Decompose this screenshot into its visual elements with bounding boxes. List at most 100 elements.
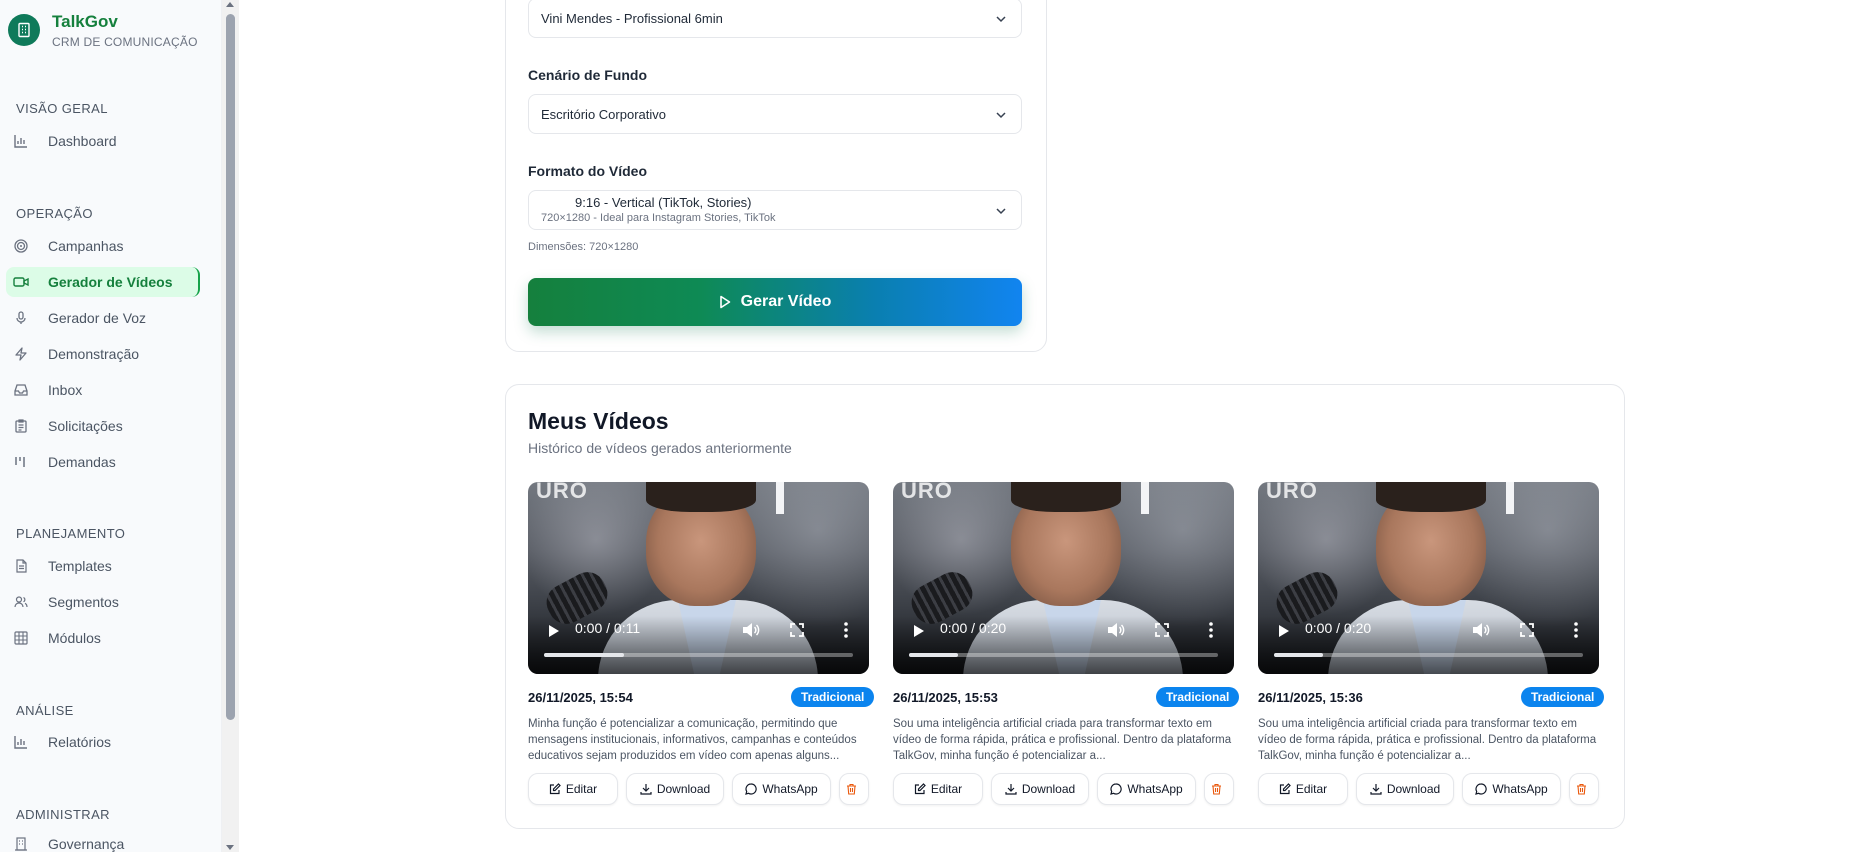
sidebar-item-templates[interactable]: Templates: [6, 551, 200, 581]
dimensions-hint: Dimensões: 720×1280: [528, 241, 639, 253]
video-time: 0:00 / 0:11: [575, 620, 641, 636]
sidebar-item-campanhas[interactable]: Campanhas: [6, 231, 200, 261]
brand-title: TalkGov: [52, 12, 118, 31]
whatsapp-button[interactable]: WhatsApp: [1097, 773, 1196, 805]
sidebar-item-dashboard[interactable]: Dashboard: [6, 126, 200, 156]
format-select[interactable]: 9:16 - Vertical (TikTok, Stories) 720×12…: [528, 190, 1022, 230]
sidebar-item-gerador-de-voz[interactable]: Gerador de Voz: [6, 303, 200, 333]
more-options-icon[interactable]: [844, 622, 848, 638]
fullscreen-icon[interactable]: [1155, 623, 1169, 637]
building-icon: [8, 14, 40, 46]
download-label: Download: [1021, 782, 1076, 796]
edit-icon: [1279, 783, 1291, 795]
presenter-hair: [1011, 482, 1121, 512]
delete-button[interactable]: [839, 773, 869, 805]
volume-icon[interactable]: [1472, 622, 1490, 638]
video-type-badge: Tradicional: [1156, 687, 1240, 707]
message-circle-icon: [745, 783, 758, 795]
delete-button[interactable]: [1204, 773, 1234, 805]
more-options-icon[interactable]: [1574, 622, 1578, 638]
edit-label: Editar: [565, 782, 598, 796]
video-overlay-text: URO: [1266, 482, 1318, 503]
video-player[interactable]: URO 0:00 / 0:20: [1258, 482, 1599, 674]
edit-label: Editar: [1295, 782, 1328, 796]
edit-button[interactable]: Editar: [893, 773, 983, 805]
download-icon: [640, 784, 652, 795]
sidebar-item-demonstracao[interactable]: Demonstração: [6, 339, 200, 369]
video-date: 26/11/2025, 15:53: [893, 690, 998, 705]
scrollbar-thumb[interactable]: [226, 14, 235, 720]
fullscreen-icon[interactable]: [1520, 623, 1534, 637]
whatsapp-label: WhatsApp: [762, 782, 818, 796]
section-title-operacao: OPERAÇÃO: [16, 206, 93, 221]
video-progress-track[interactable]: [544, 653, 853, 657]
format-label: Formato do Vídeo: [528, 163, 647, 179]
trash-icon: [847, 783, 856, 795]
video-date: 26/11/2025, 15:54: [528, 690, 633, 705]
sidebar-item-gerador-de-videos[interactable]: Gerador de Vídeos: [6, 267, 200, 297]
sidebar-item-label: Demandas: [48, 454, 116, 470]
sidebar-item-demandas[interactable]: Demandas: [6, 447, 200, 477]
presenter-hair: [1376, 482, 1486, 512]
whatsapp-label: WhatsApp: [1127, 782, 1183, 796]
sidebar-item-solicitacoes[interactable]: Solicitações: [6, 411, 200, 441]
file-text-icon: [13, 558, 29, 574]
sidebar-item-label: Gerador de Voz: [48, 310, 147, 326]
edit-button[interactable]: Editar: [528, 773, 618, 805]
avatar-select[interactable]: Vini Mendes - Profissional 6min: [528, 0, 1022, 38]
kanban-icon: [13, 454, 29, 470]
download-label: Download: [656, 782, 711, 796]
video-description: Sou uma inteligência artificial criada p…: [893, 718, 1232, 762]
video-light-strip: [1506, 482, 1514, 514]
fullscreen-icon[interactable]: [790, 623, 804, 637]
bar-chart-icon: [13, 734, 29, 750]
scroll-down-arrow[interactable]: [226, 845, 234, 850]
format-select-value: 9:16 - Vertical (TikTok, Stories): [575, 195, 752, 210]
edit-button[interactable]: Editar: [1258, 773, 1348, 805]
download-button[interactable]: Download: [1356, 773, 1454, 805]
users-icon: [13, 594, 29, 610]
chevron-down-icon: [996, 16, 1006, 23]
video-player[interactable]: URO 0:00 / 0:11: [528, 482, 869, 674]
whatsapp-button[interactable]: WhatsApp: [1462, 773, 1561, 805]
sidebar-scrollbar[interactable]: [222, 0, 239, 852]
video-description: Sou uma inteligência artificial criada p…: [1258, 718, 1597, 762]
sidebar-item-segmentos[interactable]: Segmentos: [6, 587, 200, 617]
brand[interactable]: TalkGov CRM DE COMUNICAÇÃO: [8, 12, 198, 49]
download-icon: [1005, 784, 1017, 795]
play-icon: [719, 295, 730, 309]
delete-button[interactable]: [1569, 773, 1599, 805]
video-light-strip: [776, 482, 784, 514]
video-progress-track[interactable]: [1274, 653, 1583, 657]
format-select-detail: 720×1280 - Ideal para Instagram Stories,…: [541, 212, 776, 224]
zap-icon: [13, 346, 29, 362]
play-icon[interactable]: [1278, 624, 1290, 638]
play-icon[interactable]: [913, 624, 925, 638]
grid-icon: [13, 630, 29, 646]
video-progress-fill: [1274, 653, 1324, 657]
sidebar-item-relatorios[interactable]: Relatórios: [6, 727, 200, 757]
video-time: 0:00 / 0:20: [940, 620, 1007, 636]
presenter-hair: [646, 482, 756, 512]
background-select[interactable]: Escritório Corporativo: [528, 94, 1022, 134]
sidebar-item-modulos[interactable]: Módulos: [6, 623, 200, 653]
video-player[interactable]: URO 0:00 / 0:20: [893, 482, 1234, 674]
generate-video-button[interactable]: Gerar Vídeo: [528, 278, 1022, 326]
download-button[interactable]: Download: [626, 773, 724, 805]
whatsapp-button[interactable]: WhatsApp: [732, 773, 831, 805]
play-icon[interactable]: [548, 624, 560, 638]
trash-icon: [1212, 783, 1221, 795]
volume-icon[interactable]: [742, 622, 760, 638]
message-circle-icon: [1475, 783, 1488, 795]
background-select-value: Escritório Corporativo: [541, 106, 666, 122]
download-button[interactable]: Download: [991, 773, 1089, 805]
video-type-badge: Tradicional: [791, 687, 875, 707]
sidebar-item-inbox[interactable]: Inbox: [6, 375, 200, 405]
sidebar-item-label: Segmentos: [48, 594, 119, 610]
scroll-up-arrow[interactable]: [226, 2, 234, 7]
sidebar-item-label: Relatórios: [48, 734, 112, 750]
more-options-icon[interactable]: [1209, 622, 1213, 638]
volume-icon[interactable]: [1107, 622, 1125, 638]
sidebar-item-governanca[interactable]: Governança: [6, 829, 200, 859]
video-progress-track[interactable]: [909, 653, 1218, 657]
